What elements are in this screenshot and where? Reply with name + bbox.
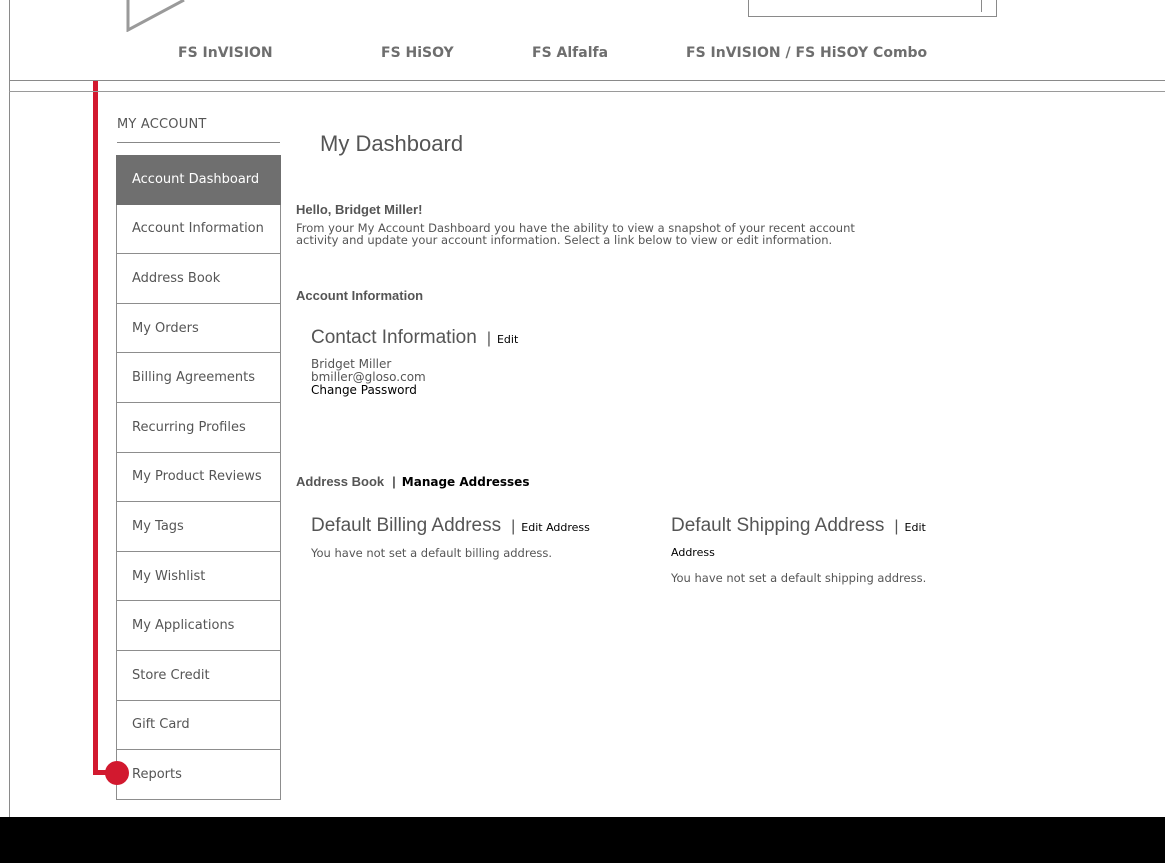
logo-icon: [126, 0, 185, 32]
edit-billing-address-link[interactable]: Edit Address: [521, 521, 590, 534]
separator: |: [894, 518, 899, 535]
header-divider: [9, 91, 1165, 92]
nav-item-fs-hisoy[interactable]: FS HiSOY: [381, 45, 454, 61]
page-title: My Dashboard: [320, 131, 464, 156]
edit-shipping-address-link-wrap[interactable]: Address: [671, 546, 715, 559]
greeting: Hello, Bridget Miller!: [296, 202, 423, 217]
sidebar-item-address-book[interactable]: Address Book: [116, 254, 281, 304]
nav-item-combo[interactable]: FS InVISION / FS HiSOY Combo: [686, 45, 927, 61]
default-billing-heading: Default Billing Address | Edit Address: [311, 515, 590, 537]
address-book-heading: Address Book | Manage Addresses: [296, 474, 529, 489]
search-divider: [981, 0, 982, 12]
default-shipping-title: Default Shipping Address: [671, 515, 885, 536]
default-shipping-heading: Default Shipping Address | Edit: [671, 515, 926, 537]
nav-item-fs-alfalfa[interactable]: FS Alfalfa: [532, 45, 608, 61]
annotation-marker: [105, 761, 129, 785]
shipping-address-message: You have not set a default shipping addr…: [671, 571, 927, 585]
account-information-heading: Account Information: [296, 288, 424, 303]
manage-addresses-link[interactable]: Manage Addresses: [402, 475, 530, 489]
search-input[interactable]: [748, 0, 997, 17]
separator: |: [511, 518, 516, 535]
sidebar-item-my-applications[interactable]: My Applications: [116, 601, 281, 651]
site-footer: [0, 817, 1165, 863]
contact-details: Bridget Miller bmiller@gloso.com Change …: [311, 358, 426, 397]
sidebar-item-my-tags[interactable]: My Tags: [116, 502, 281, 552]
billing-address-message: You have not set a default billing addre…: [311, 546, 553, 560]
sidebar-item-recurring-profiles[interactable]: Recurring Profiles: [116, 402, 281, 453]
page-left-border: [9, 81, 10, 817]
edit-shipping-address-link[interactable]: Edit: [905, 521, 926, 534]
change-password-link[interactable]: Change Password: [311, 384, 426, 397]
sidebar-item-store-credit[interactable]: Store Credit: [116, 650, 281, 701]
edit-contact-link[interactable]: Edit: [497, 333, 518, 346]
contact-information-heading: Contact Information | Edit: [311, 327, 518, 349]
intro-line: activity and update your account informa…: [296, 233, 833, 247]
sidebar-nav: Account Dashboard Account Information Ad…: [116, 155, 281, 800]
site-header: FS InVISION FS HiSOY FS Alfalfa FS InVIS…: [9, 0, 1165, 81]
default-billing-title: Default Billing Address: [311, 515, 502, 536]
sidebar-item-reports[interactable]: Reports: [116, 750, 281, 800]
contact-information-title: Contact Information: [311, 327, 477, 348]
separator: |: [392, 474, 396, 489]
sidebar-item-my-wishlist[interactable]: My Wishlist: [116, 551, 281, 602]
sidebar-item-gift-card[interactable]: Gift Card: [116, 700, 281, 751]
sidebar-title: MY ACCOUNT: [117, 117, 207, 132]
separator: |: [486, 330, 491, 347]
sidebar-item-billing-agreements[interactable]: Billing Agreements: [116, 353, 281, 403]
main-nav: FS InVISION FS HiSOY FS Alfalfa FS InVIS…: [10, 45, 1165, 65]
sidebar-item-account-dashboard[interactable]: Account Dashboard: [116, 155, 281, 205]
annotation-connector-line: [93, 0, 98, 775]
sidebar-item-my-orders[interactable]: My Orders: [116, 303, 281, 354]
address-book-title: Address Book: [296, 474, 385, 489]
sidebar-item-account-information[interactable]: Account Information: [116, 204, 281, 255]
sidebar-item-my-product-reviews[interactable]: My Product Reviews: [116, 452, 281, 503]
sidebar-title-rule: [117, 142, 280, 143]
nav-item-fs-invision[interactable]: FS InVISION: [178, 45, 273, 61]
intro-text: From your My Account Dashboard you have …: [296, 222, 896, 246]
